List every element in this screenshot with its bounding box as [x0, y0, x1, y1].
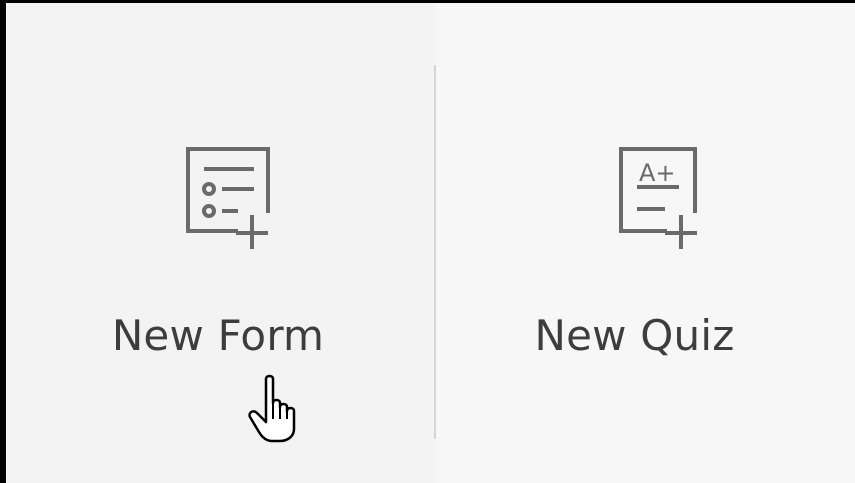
hand-pointer-icon — [248, 374, 296, 443]
new-form-button[interactable]: New Form — [6, 3, 434, 483]
new-quiz-label: New Quiz — [534, 311, 735, 360]
quiz-grade-add-icon: A+ — [619, 147, 697, 249]
quiz-grade-text: A+ — [639, 159, 676, 187]
new-quiz-button[interactable]: A+ New Quiz — [436, 3, 855, 483]
form-list-add-icon — [186, 147, 270, 249]
new-item-panel: New Form A+ New Quiz — [0, 0, 855, 483]
new-form-label: New Form — [111, 311, 325, 360]
